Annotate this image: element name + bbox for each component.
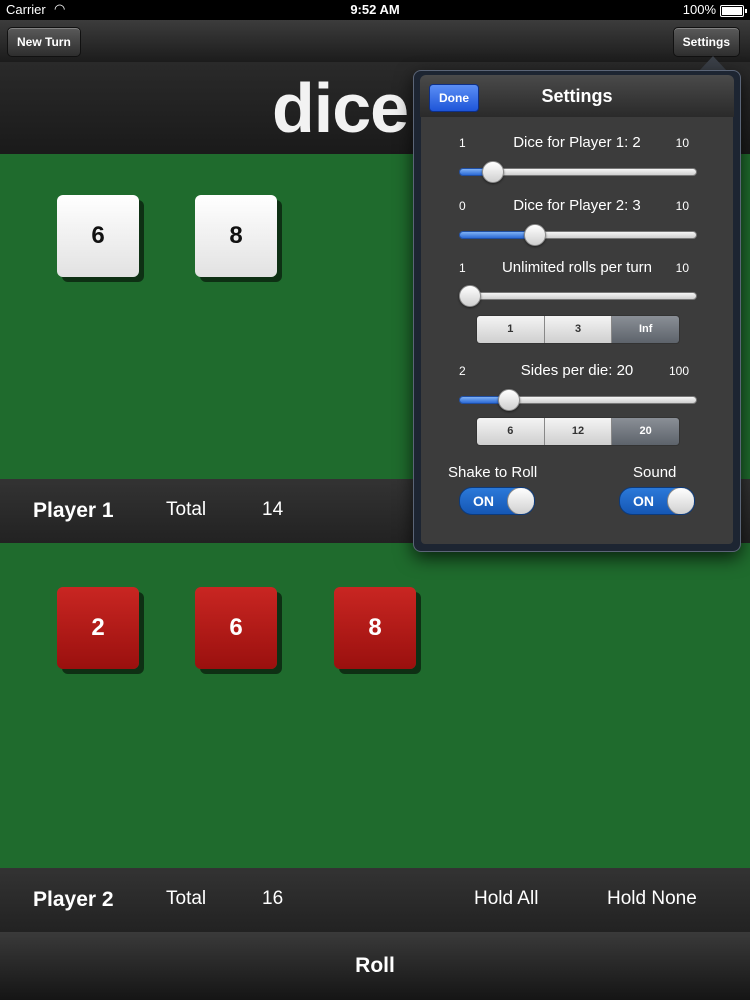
rolls-max: 10 bbox=[675, 261, 689, 275]
settings-button[interactable]: Settings bbox=[672, 27, 740, 57]
app-logo: dice bbox=[272, 69, 409, 147]
player1-name: Player 1 bbox=[33, 499, 114, 522]
popover-title: Settings bbox=[541, 86, 613, 106]
roll-button[interactable]: Roll bbox=[0, 932, 750, 1000]
sides-segmented-control[interactable]: 6 12 20 bbox=[476, 417, 680, 446]
rolls-option-3[interactable]: 3 bbox=[544, 316, 613, 343]
sides-option-20[interactable]: 20 bbox=[612, 418, 679, 445]
toggle-state: ON bbox=[633, 493, 654, 509]
slider-thumb[interactable] bbox=[524, 224, 546, 246]
player2-total-label: Total bbox=[166, 888, 207, 909]
player1-die[interactable]: 6 bbox=[57, 195, 139, 277]
popover-header: Done Settings bbox=[420, 75, 734, 117]
shake-to-roll-label: Shake to Roll bbox=[448, 464, 538, 481]
settings-body: 1 Dice for Player 1: 2 10 0 Dice for Pla… bbox=[421, 117, 733, 544]
rolls-option-inf[interactable]: Inf bbox=[612, 316, 679, 343]
nav-bar: New Turn Settings bbox=[0, 20, 750, 63]
toggle-state: ON bbox=[473, 493, 494, 509]
player2-bar: Player 2 Total 16 Hold All Hold None bbox=[0, 868, 750, 932]
player1-total-value: 14 bbox=[262, 499, 284, 520]
sound-label: Sound bbox=[633, 464, 677, 481]
dice-p2-max: 10 bbox=[675, 199, 689, 213]
player2-total-value: 16 bbox=[262, 888, 284, 909]
slider-thumb[interactable] bbox=[459, 285, 481, 307]
hold-all-button[interactable]: Hold All bbox=[474, 888, 538, 910]
popover-arrow bbox=[699, 56, 727, 71]
dice-p1-slider[interactable] bbox=[459, 161, 697, 183]
player1-total-label: Total bbox=[166, 499, 207, 520]
shake-to-roll-toggle[interactable]: ON bbox=[459, 487, 535, 515]
player2-die[interactable]: 2 bbox=[57, 587, 139, 669]
toggle-knob bbox=[507, 488, 534, 514]
battery-icon bbox=[720, 5, 747, 17]
dice-p2-slider[interactable] bbox=[459, 224, 697, 246]
slider-fill bbox=[459, 231, 533, 239]
settings-popover: Done Settings 1 Dice for Player 1: 2 10 … bbox=[413, 70, 741, 552]
sides-slider[interactable] bbox=[459, 389, 697, 411]
rolls-option-1[interactable]: 1 bbox=[477, 316, 545, 343]
sound-toggle[interactable]: ON bbox=[619, 487, 695, 515]
slider-track bbox=[459, 292, 697, 300]
status-bar: Carrier ◠ 9:52 AM 100% bbox=[0, 0, 750, 20]
dice-p1-max: 10 bbox=[675, 136, 689, 150]
player2-name: Player 2 bbox=[33, 888, 114, 911]
rolls-segmented-control[interactable]: 1 3 Inf bbox=[476, 315, 680, 344]
rolls-slider[interactable] bbox=[459, 285, 697, 307]
toggle-knob bbox=[667, 488, 694, 514]
player2-die[interactable]: 8 bbox=[334, 587, 416, 669]
slider-thumb[interactable] bbox=[482, 161, 504, 183]
new-turn-button[interactable]: New Turn bbox=[7, 27, 81, 57]
sides-option-6[interactable]: 6 bbox=[477, 418, 545, 445]
slider-thumb[interactable] bbox=[498, 389, 520, 411]
hold-none-button[interactable]: Hold None bbox=[607, 888, 697, 910]
battery-percent: 100% bbox=[682, 2, 716, 17]
player1-die[interactable]: 8 bbox=[195, 195, 277, 277]
sides-option-12[interactable]: 12 bbox=[544, 418, 613, 445]
clock: 9:52 AM bbox=[350, 2, 400, 17]
player2-die[interactable]: 6 bbox=[195, 587, 277, 669]
sides-max: 100 bbox=[668, 364, 689, 378]
player2-dice-area: 2 6 8 bbox=[0, 543, 750, 868]
